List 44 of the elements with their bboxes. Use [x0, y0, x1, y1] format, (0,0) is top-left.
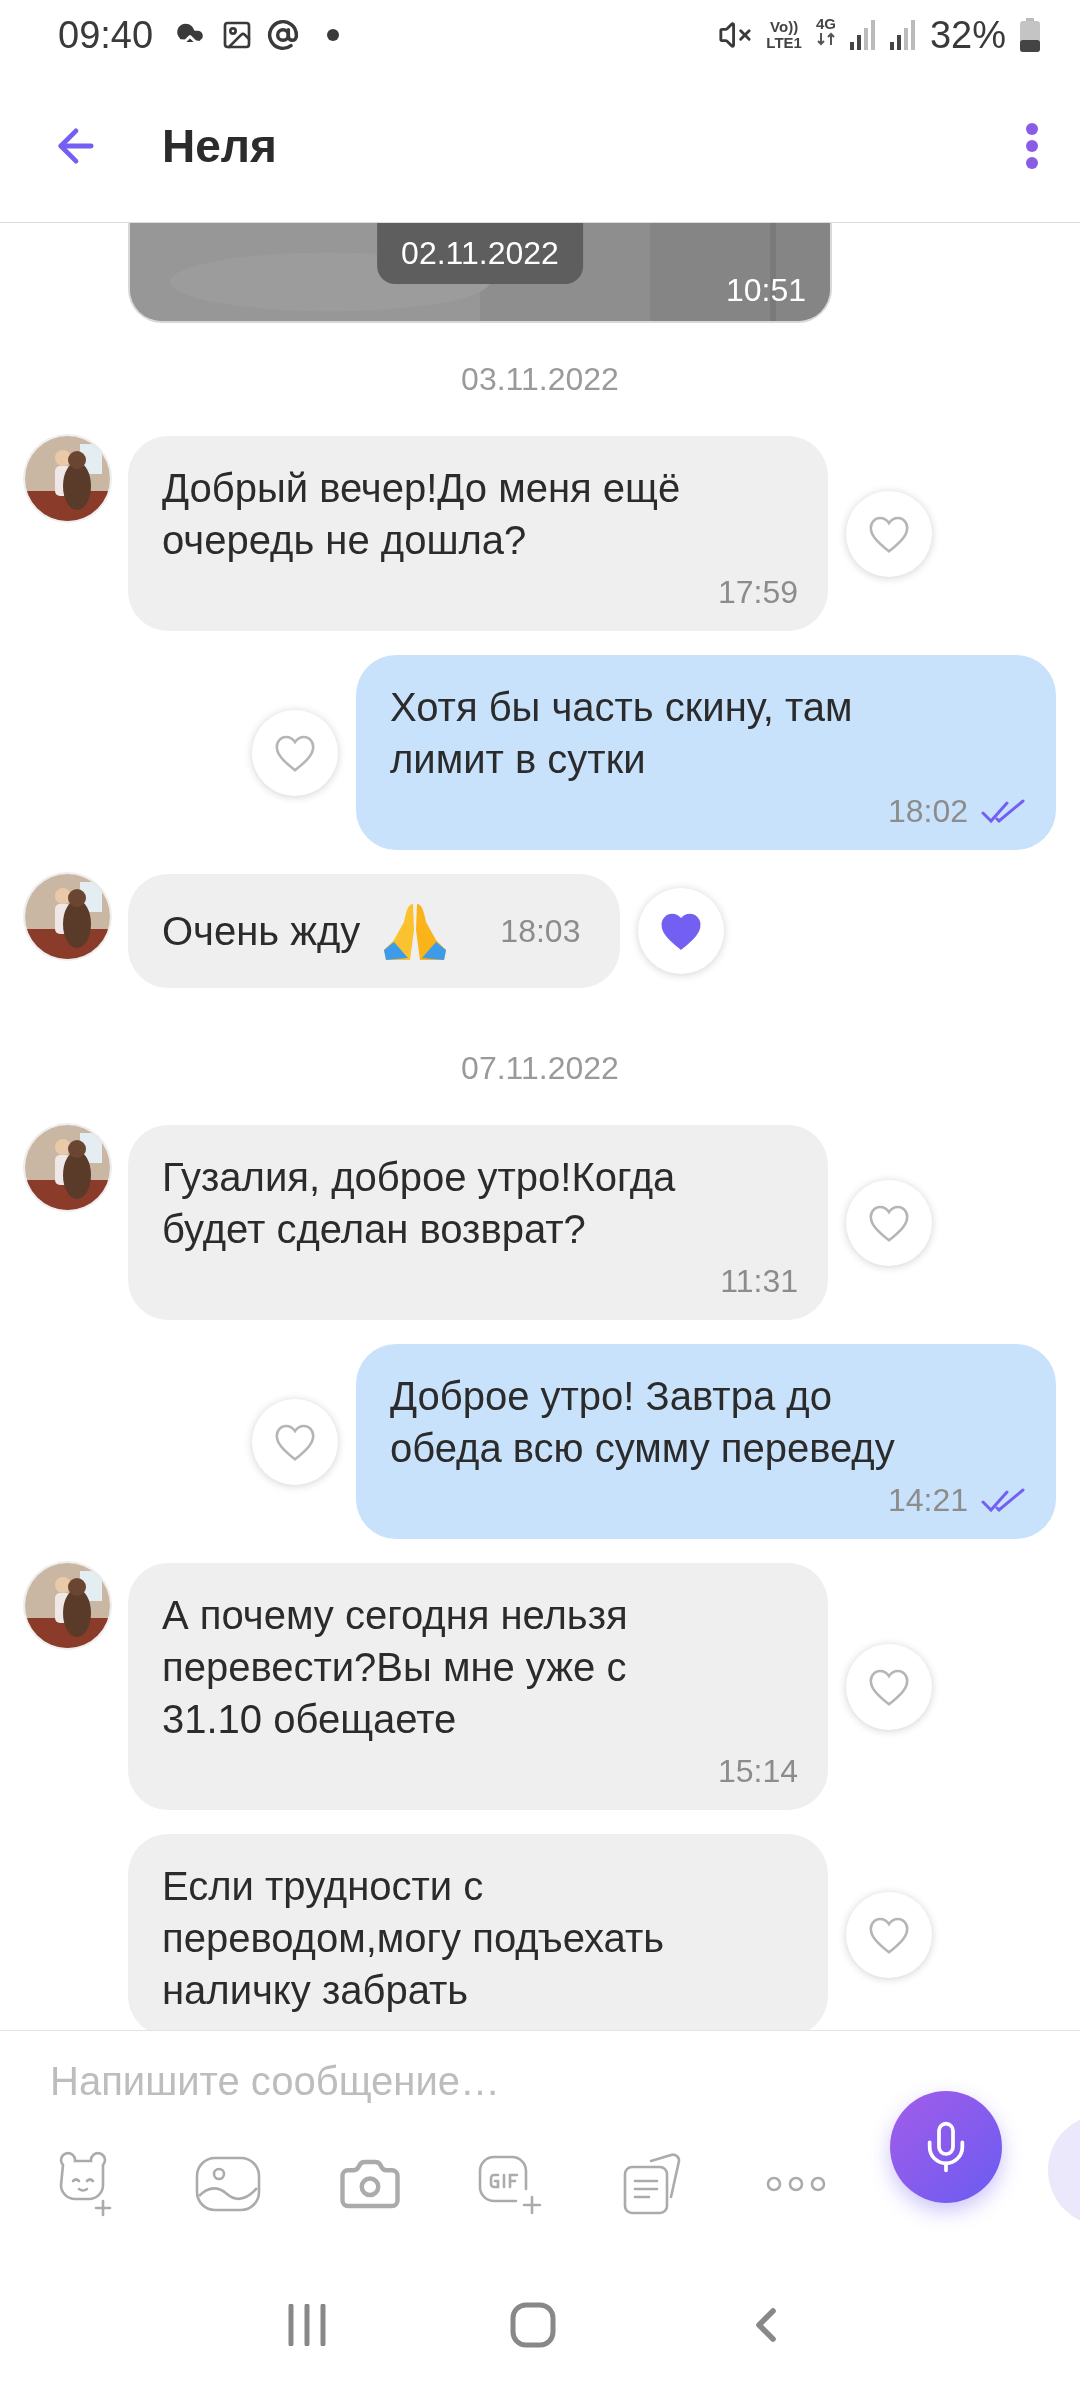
- message-text: Добрый вечер!До меня ещё очередь не дошла?: [162, 465, 682, 564]
- chat-title: Неля: [162, 119, 278, 173]
- message-text: Доброе утро! Завтра до обеда всю сумму переведу: [390, 1373, 896, 1472]
- battery-icon: [1020, 18, 1040, 52]
- more-icon: [766, 2176, 826, 2192]
- like-button[interactable]: [638, 888, 725, 974]
- like-button[interactable]: [252, 1398, 338, 1485]
- message-time: 18:03: [500, 912, 581, 950]
- message-time: 17:59: [717, 574, 798, 611]
- signal-icon: [849, 20, 876, 50]
- message-text: Гузалия, доброе утро!Когда будет сделан возврат?: [162, 1154, 677, 1253]
- network-label: 4G: [815, 16, 836, 54]
- like-button[interactable]: [846, 490, 932, 577]
- message-time: 15:14: [717, 1753, 798, 1790]
- message-text: Хотя бы часть скину, там лимит в сутки: [390, 684, 854, 783]
- home-button[interactable]: [510, 2301, 556, 2348]
- voice-message-button[interactable]: [890, 2091, 1002, 2203]
- date-chip: 02.11.2022: [377, 223, 583, 284]
- message-input[interactable]: Напишите сообщение…: [50, 2059, 770, 2104]
- like-button[interactable]: [846, 1643, 932, 1730]
- battery-percent: 32%: [929, 13, 1006, 57]
- at-sign-icon: [267, 19, 300, 51]
- double-check-icon: [980, 798, 1026, 825]
- like-button[interactable]: [252, 709, 338, 796]
- recent-apps-button[interactable]: [286, 2303, 328, 2346]
- heart-icon: [867, 1915, 911, 1955]
- like-button[interactable]: [846, 1892, 932, 1978]
- message-text: А почему сегодня нельзя перевести?Вы мне уже с 31.10 обещаете: [162, 1592, 629, 1743]
- message-text: Очень жду: [162, 908, 361, 955]
- like-button[interactable]: [846, 1179, 932, 1266]
- message-text: Если трудности с переводом,могу подъехать наличку забрать: [162, 1863, 666, 2014]
- message-time: 14:21: [887, 1482, 968, 1519]
- dot-icon: [327, 29, 340, 41]
- status-time: 09:40: [58, 13, 154, 57]
- message-time: 18:02: [887, 793, 968, 830]
- signal-icon: [889, 20, 916, 50]
- image-message[interactable]: 02.11.2022 10:51: [128, 223, 832, 323]
- message-time: 10:51: [725, 272, 806, 309]
- more-options-button[interactable]: [1024, 121, 1040, 171]
- double-check-icon: [980, 1487, 1026, 1514]
- date-separator: 03.11.2022: [461, 361, 619, 398]
- message-time: 11:31: [720, 1263, 798, 1300]
- volte-label: Vo)) LTE1: [766, 19, 802, 51]
- date-separator: 07.11.2022: [461, 1050, 619, 1087]
